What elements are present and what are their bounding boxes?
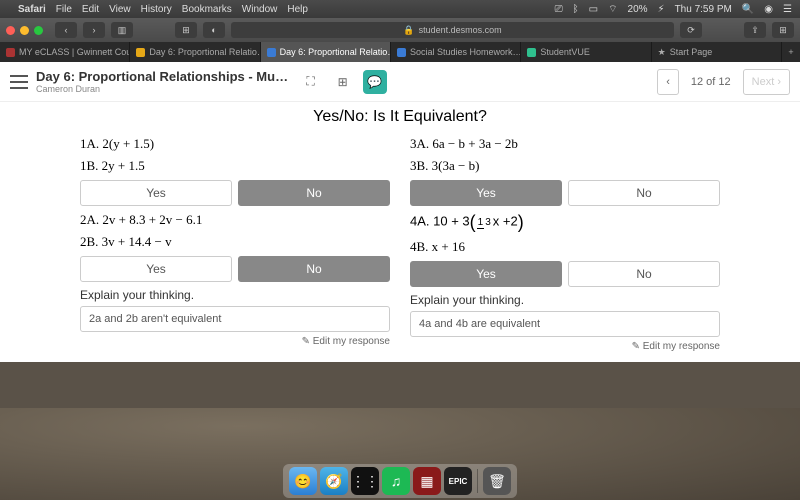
spotlight-icon[interactable]: 🔍 (742, 4, 754, 15)
dock-finder-icon[interactable]: 😊 (289, 467, 317, 495)
menu-bookmarks[interactable]: Bookmarks (182, 4, 232, 15)
menu-file[interactable]: File (56, 4, 72, 15)
right-column: 3A. 6a − b + 3a − 2b 3B. 3(3a − b) Yes N… (410, 132, 720, 352)
reload-button[interactable]: ⟳ (680, 22, 702, 38)
forward-button[interactable]: › (83, 22, 105, 38)
explain-input-right[interactable]: 4a and 4b are equivalent (410, 311, 720, 337)
battery-icon[interactable]: ▭ (589, 4, 598, 15)
menu-help[interactable]: Help (287, 4, 308, 15)
wifi-icon[interactable]: ⌔ (608, 3, 617, 16)
dock-trash-icon[interactable]: 🗑 (483, 467, 511, 495)
tab-eclass[interactable]: MY eCLASS | Gwinnett Cou… (0, 42, 130, 62)
left-column: 1A. 2(y + 1.5) 1B. 2y + 1.5 Yes No 2A. 2… (80, 132, 390, 352)
edit-response-right[interactable]: ✎ Edit my response (410, 341, 720, 352)
expr-3b: 3B. 3(3a − b) (410, 158, 720, 174)
url-host: student.desmos.com (419, 25, 502, 35)
expr-1b: 1B. 2y + 1.5 (80, 158, 390, 174)
back-button[interactable]: ‹ (55, 22, 77, 38)
expr-4a: 4A. 10 + 3(13x +2) (410, 212, 720, 233)
next-page-button: Next › (743, 69, 790, 95)
tab-studentvue[interactable]: StudentVUE (521, 42, 651, 62)
fullscreen-icon[interactable]: ⛶ (299, 70, 323, 94)
dock-app-icon[interactable]: ⋮⋮ (351, 467, 379, 495)
lock-icon: 🔒 (403, 25, 414, 36)
menu-window[interactable]: Window (242, 4, 278, 15)
question-title: Yes/No: Is It Equivalent? (80, 108, 720, 126)
chat-icon[interactable]: 💬 (363, 70, 387, 94)
tab-social-studies[interactable]: Social Studies Homework… (391, 42, 521, 62)
q1-no-button[interactable]: No (238, 180, 390, 206)
explain-label-left: Explain your thinking. (80, 288, 390, 302)
favicon-icon (267, 48, 276, 57)
new-tab-button[interactable]: + (782, 42, 800, 62)
q3-no-button[interactable]: No (568, 180, 720, 206)
tab-day6-active[interactable]: Day 6: Proportional Relatio… (261, 42, 391, 62)
edit-response-left[interactable]: ✎ Edit my response (80, 336, 390, 347)
menu-view[interactable]: View (109, 4, 131, 15)
q4-no-button[interactable]: No (568, 261, 720, 287)
close-window-button[interactable] (6, 26, 15, 35)
prev-page-button[interactable]: ‹ (657, 69, 679, 95)
desmos-page: Day 6: Proportional Relationships - Mult… (0, 62, 800, 362)
dock-app2-icon[interactable]: ▦ (413, 467, 441, 495)
menu-button[interactable] (10, 75, 28, 89)
favicon-icon (397, 48, 406, 57)
safari-toolbar: ‹ › ▥ ⊞ ◐ 🔒 student.desmos.com ⟳ ⇪ ⊞ (0, 18, 800, 42)
mac-menubar: Safari File Edit View History Bookmarks … (0, 0, 800, 18)
q2-yes-button[interactable]: Yes (80, 256, 232, 282)
show-tabs-button[interactable]: ⊞ (772, 22, 794, 38)
dock-separator (477, 469, 478, 493)
share-button[interactable]: ⇪ (744, 22, 766, 38)
mac-dock: 😊 🧭 ⋮⋮ ♫ ▦ EPIC 🗑 (283, 464, 517, 498)
expr-2a: 2A. 2v + 8.3 + 2v − 6.1 (80, 212, 390, 228)
explain-label-right: Explain your thinking. (410, 293, 720, 307)
student-name: Cameron Duran (36, 84, 291, 94)
favicon-icon (6, 48, 15, 57)
siri-icon[interactable]: ◉ (764, 4, 773, 15)
page-indicator: 12 of 12 (687, 76, 735, 88)
minimize-window-button[interactable] (20, 26, 29, 35)
window-controls (6, 26, 43, 35)
notification-center-icon[interactable]: ☰ (783, 4, 792, 15)
menu-edit[interactable]: Edit (82, 4, 99, 15)
favicon-icon (136, 48, 145, 57)
expr-2b: 2B. 3v + 14.4 − v (80, 234, 390, 250)
q4-yes-button[interactable]: Yes (410, 261, 562, 287)
star-icon: ★ (658, 47, 666, 58)
dock-epic-icon[interactable]: EPIC (444, 467, 472, 495)
bluetooth-icon[interactable]: ᛒ (573, 4, 579, 15)
activity-content: Yes/No: Is It Equivalent? 1A. 2(y + 1.5)… (0, 102, 800, 362)
dock-spotify-icon[interactable]: ♫ (382, 467, 410, 495)
q2-no-button[interactable]: No (238, 256, 390, 282)
q3-yes-button[interactable]: Yes (410, 180, 562, 206)
activity-title: Day 6: Proportional Relationships - Mult… (36, 69, 291, 84)
expr-1a: 1A. 2(y + 1.5) (80, 136, 390, 152)
calculator-icon[interactable]: ⊞ (331, 70, 355, 94)
expr-3a: 3A. 6a − b + 3a − 2b (410, 136, 720, 152)
zoom-window-button[interactable] (34, 26, 43, 35)
charging-icon: ⚡︎ (658, 4, 665, 15)
clock[interactable]: Thu 7:59 PM (675, 4, 732, 15)
q1-yes-button[interactable]: Yes (80, 180, 232, 206)
sidebar-button[interactable]: ▥ (111, 22, 133, 38)
tab-day6-1[interactable]: Day 6: Proportional Relatio… (130, 42, 260, 62)
explain-input-left[interactable]: 2a and 2b aren't equivalent (80, 306, 390, 332)
tab-start-page[interactable]: ★Start Page (652, 42, 782, 62)
menubar-app[interactable]: Safari (18, 4, 46, 15)
battery-percent: 20% (628, 4, 648, 15)
reader-button[interactable]: ⊞ (175, 22, 197, 38)
favicon-icon (527, 48, 536, 57)
address-bar[interactable]: 🔒 student.desmos.com (231, 22, 674, 38)
browser-tab-strip: MY eCLASS | Gwinnett Cou… Day 6: Proport… (0, 42, 800, 62)
airplay-icon[interactable]: ⎚ (555, 4, 563, 15)
expr-4b: 4B. x + 16 (410, 239, 720, 255)
dock-safari-icon[interactable]: 🧭 (320, 467, 348, 495)
activity-header: Day 6: Proportional Relationships - Mult… (0, 62, 800, 102)
privacy-report-button[interactable]: ◐ (203, 22, 225, 38)
menu-history[interactable]: History (141, 4, 172, 15)
